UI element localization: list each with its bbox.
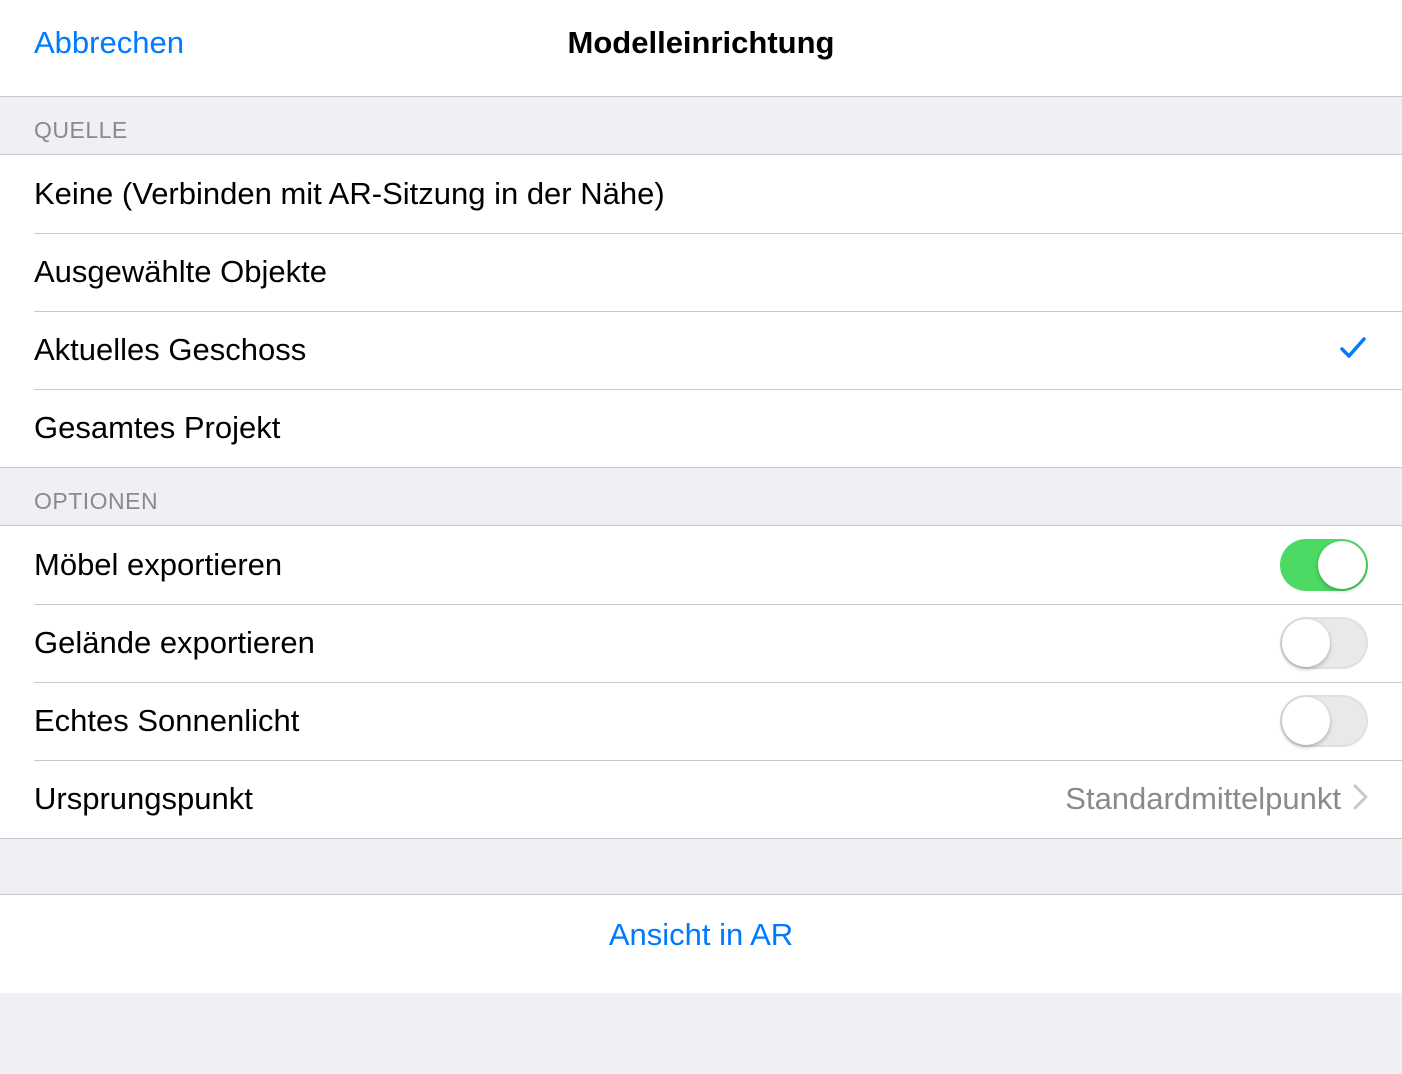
source-option-label: Keine (Verbinden mit AR-Sitzung in der N…: [34, 176, 1368, 212]
source-option-label: Aktuelles Geschoss: [34, 332, 1338, 368]
source-option-selected-objects[interactable]: Ausgewählte Objekte: [0, 233, 1402, 311]
section-header-options: Optionen: [0, 468, 1402, 525]
option-export-furniture: Möbel exportieren: [0, 526, 1402, 604]
source-option-label: Gesamtes Projekt: [34, 410, 1368, 446]
group-source: Keine (Verbinden mit AR-Sitzung in der N…: [0, 154, 1402, 468]
option-export-terrain: Gelände exportieren: [0, 604, 1402, 682]
option-label: Möbel exportieren: [34, 547, 1280, 583]
chevron-right-icon: [1353, 784, 1368, 815]
footer-spacer: [0, 839, 1402, 894]
source-option-whole-project[interactable]: Gesamtes Projekt: [0, 389, 1402, 467]
option-label: Ursprungspunkt: [34, 781, 1065, 817]
option-label: Echtes Sonnenlicht: [34, 703, 1280, 739]
view-in-ar-button[interactable]: Ansicht in AR: [0, 894, 1402, 993]
navbar: Abbrechen Modelleinrichtung: [0, 0, 1402, 97]
cancel-button[interactable]: Abbrechen: [34, 25, 184, 61]
section-header-source: Quelle: [0, 97, 1402, 154]
export-furniture-toggle[interactable]: [1280, 539, 1368, 591]
option-origin-point[interactable]: Ursprungspunkt Standardmittelpunkt: [0, 760, 1402, 838]
check-icon: [1338, 333, 1368, 368]
group-options: Möbel exportieren Gelände exportieren Ec…: [0, 525, 1402, 839]
real-sunlight-toggle[interactable]: [1280, 695, 1368, 747]
export-terrain-toggle[interactable]: [1280, 617, 1368, 669]
source-option-none[interactable]: Keine (Verbinden mit AR-Sitzung in der N…: [0, 155, 1402, 233]
option-real-sunlight: Echtes Sonnenlicht: [0, 682, 1402, 760]
origin-point-value: Standardmittelpunkt: [1065, 781, 1341, 817]
source-option-label: Ausgewählte Objekte: [34, 254, 1368, 290]
source-option-current-floor[interactable]: Aktuelles Geschoss: [0, 311, 1402, 389]
page-title: Modelleinrichtung: [0, 25, 1402, 61]
option-label: Gelände exportieren: [34, 625, 1280, 661]
